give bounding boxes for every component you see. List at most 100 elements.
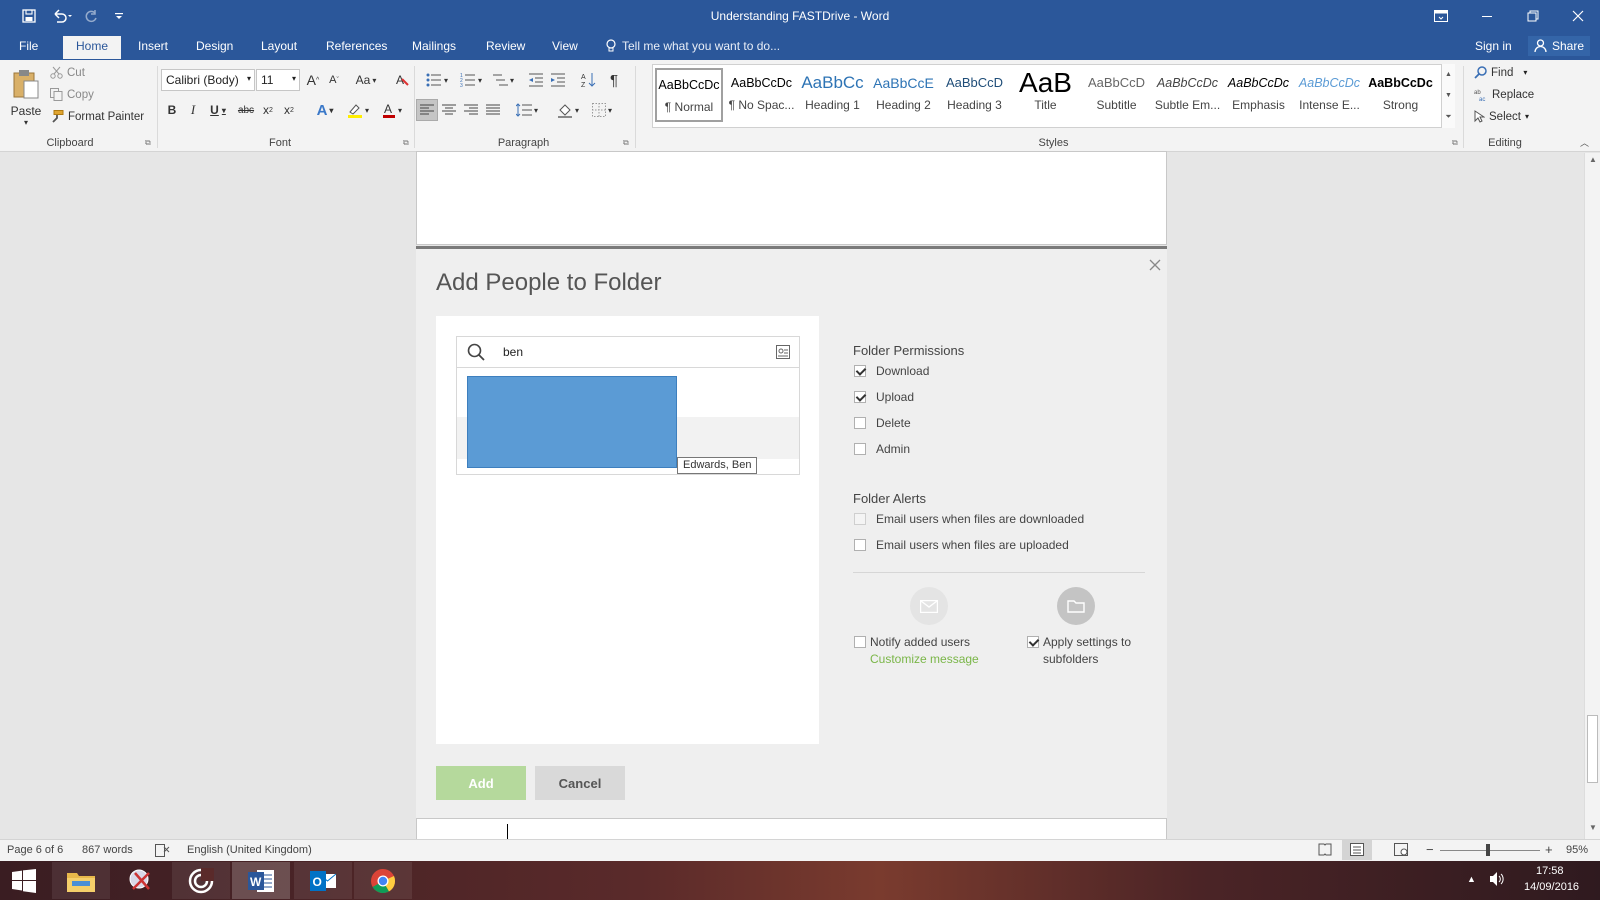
vertical-scrollbar[interactable]: ▲ ▼ [1584, 153, 1600, 839]
font-size-combo[interactable]: 11 ▾ [256, 69, 300, 91]
zoom-slider[interactable] [1440, 850, 1540, 851]
taskbar-app-circle[interactable] [172, 862, 230, 899]
style-strong[interactable]: AaBbCcDc Strong [1365, 68, 1436, 122]
format-painter-button[interactable]: Format Painter [50, 110, 144, 123]
borders-icon[interactable]: ▾ [587, 100, 617, 120]
style-heading-1[interactable]: AaBbCc Heading 1 [797, 68, 868, 122]
align-center-icon[interactable] [439, 100, 459, 120]
tab-mailings[interactable]: Mailings [412, 39, 456, 53]
superscript-button[interactable]: x2 [279, 100, 299, 120]
zoom-in-button[interactable]: + [1545, 842, 1553, 857]
text-effects-icon[interactable]: A ▾ [311, 100, 339, 120]
scroll-down-icon[interactable]: ▼ [1442, 85, 1455, 106]
numbering-icon[interactable]: 1 2 3 ▾ [456, 70, 486, 90]
style-title[interactable]: AaB Title [1010, 68, 1081, 122]
select-button[interactable]: Select ▾ [1474, 110, 1529, 123]
cancel-button[interactable]: Cancel [535, 766, 625, 800]
proofing-icon[interactable] [155, 844, 170, 857]
change-case-button[interactable]: Aa ▾ [352, 70, 380, 90]
alert-checkbox[interactable] [854, 539, 866, 551]
styles-gallery-scroll[interactable]: ▲ ▼ ⏷ [1441, 64, 1455, 128]
tab-references[interactable]: References [326, 39, 387, 53]
style-heading-3[interactable]: AaBbCcD Heading 3 [939, 68, 1010, 122]
decrease-indent-icon[interactable] [526, 70, 546, 90]
clear-formatting-icon[interactable]: A [392, 70, 412, 90]
multilevel-list-icon[interactable]: ▾ [488, 70, 518, 90]
paste-button[interactable]: Paste ▾ [8, 64, 44, 130]
close-icon[interactable] [1149, 259, 1163, 273]
zoom-out-button[interactable]: − [1426, 842, 1434, 857]
taskbar-word[interactable]: W [232, 862, 290, 899]
result-selection-highlight[interactable] [467, 376, 677, 468]
taskbar-chrome[interactable] [354, 862, 412, 899]
sign-in-link[interactable]: Sign in [1475, 39, 1512, 53]
volume-icon[interactable] [1489, 871, 1505, 887]
tab-design[interactable]: Design [196, 39, 233, 53]
clipboard-launcher-icon[interactable]: ⧉ [145, 138, 151, 148]
align-left-icon[interactable] [416, 99, 438, 121]
share-button[interactable]: Share [1528, 36, 1591, 56]
taskbar-file-explorer[interactable] [52, 862, 110, 899]
start-button[interactable] [0, 862, 48, 899]
font-launcher-icon[interactable]: ⧉ [403, 138, 409, 148]
copy-button[interactable]: Copy [50, 88, 94, 101]
clock-time[interactable]: 17:58 [1536, 865, 1564, 877]
strikethrough-button[interactable]: abc [236, 100, 256, 120]
font-color-icon[interactable]: A ▾ [377, 100, 407, 120]
style-intense-emphasis[interactable]: AaBbCcDc Intense E... [1294, 68, 1365, 122]
replace-button[interactable]: ab ac Replace [1474, 88, 1534, 102]
permission-checkbox[interactable] [854, 365, 866, 377]
sort-icon[interactable]: AZ [579, 70, 599, 90]
redo-icon[interactable] [82, 5, 102, 27]
permission-checkbox[interactable] [854, 417, 866, 429]
add-button[interactable]: Add [436, 766, 526, 800]
tab-home[interactable]: Home [63, 36, 122, 59]
clock-date[interactable]: 14/09/2016 [1524, 881, 1579, 893]
styles-launcher-icon[interactable]: ⧉ [1452, 138, 1458, 148]
paragraph-launcher-icon[interactable]: ⧉ [623, 138, 629, 148]
taskbar-snipping-tool[interactable] [112, 862, 170, 899]
search-box[interactable]: ben [456, 336, 800, 368]
subscript-button[interactable]: x2 [258, 100, 278, 120]
more-styles-icon[interactable]: ⏷ [1442, 106, 1455, 127]
style-emphasis[interactable]: AaBbCcDc Emphasis [1223, 68, 1294, 122]
grow-font-button[interactable]: A ^ [303, 70, 323, 90]
scrollbar-thumb[interactable] [1587, 715, 1598, 783]
shrink-font-button[interactable]: Aˇ [324, 70, 344, 90]
bold-button[interactable]: B [162, 100, 182, 120]
font-name-combo[interactable]: Calibri (Body) ▾ [161, 69, 255, 91]
increase-indent-icon[interactable] [548, 70, 568, 90]
style-heading-2[interactable]: AaBbCcE Heading 2 [868, 68, 939, 122]
undo-icon[interactable] [48, 5, 76, 27]
style-normal[interactable]: AaBbCcDc ¶ Normal [655, 68, 723, 122]
apply-subfolders-checkbox[interactable] [1027, 636, 1039, 648]
print-layout-icon[interactable] [1342, 839, 1372, 860]
italic-button[interactable]: I [183, 100, 203, 120]
notify-users-checkbox[interactable] [854, 636, 866, 648]
underline-button[interactable]: U ▾ [204, 100, 232, 120]
ribbon-display-options-icon[interactable] [1418, 0, 1464, 32]
justify-icon[interactable] [483, 100, 503, 120]
show-hidden-icons[interactable]: ▲ [1467, 874, 1476, 884]
restore-icon[interactable] [1510, 0, 1556, 32]
tab-insert[interactable]: Insert [138, 39, 168, 53]
line-spacing-icon[interactable]: ▾ [512, 100, 542, 120]
collapse-ribbon-icon[interactable]: ︿ [1580, 136, 1589, 149]
shading-icon[interactable]: ▾ [553, 100, 583, 120]
minimize-icon[interactable] [1464, 0, 1510, 32]
alert-checkbox[interactable] [854, 513, 866, 525]
cut-button[interactable]: Cut [50, 66, 85, 79]
permission-checkbox[interactable] [854, 443, 866, 455]
save-icon[interactable] [18, 5, 40, 27]
scroll-down-icon[interactable]: ▼ [1585, 823, 1600, 832]
customize-qat-icon[interactable] [112, 5, 126, 27]
style-subtitle[interactable]: AaBbCcD Subtitle [1081, 68, 1152, 122]
tell-me-box[interactable]: Tell me what you want to do... [606, 39, 780, 53]
scroll-up-icon[interactable]: ▲ [1585, 155, 1600, 164]
page-count[interactable]: Page 6 of 6 [7, 844, 63, 856]
align-right-icon[interactable] [461, 100, 481, 120]
highlight-color-icon[interactable]: ▾ [343, 100, 373, 120]
permission-checkbox[interactable] [854, 391, 866, 403]
document-page-upper[interactable] [416, 151, 1167, 245]
close-window-icon[interactable] [1555, 0, 1600, 32]
